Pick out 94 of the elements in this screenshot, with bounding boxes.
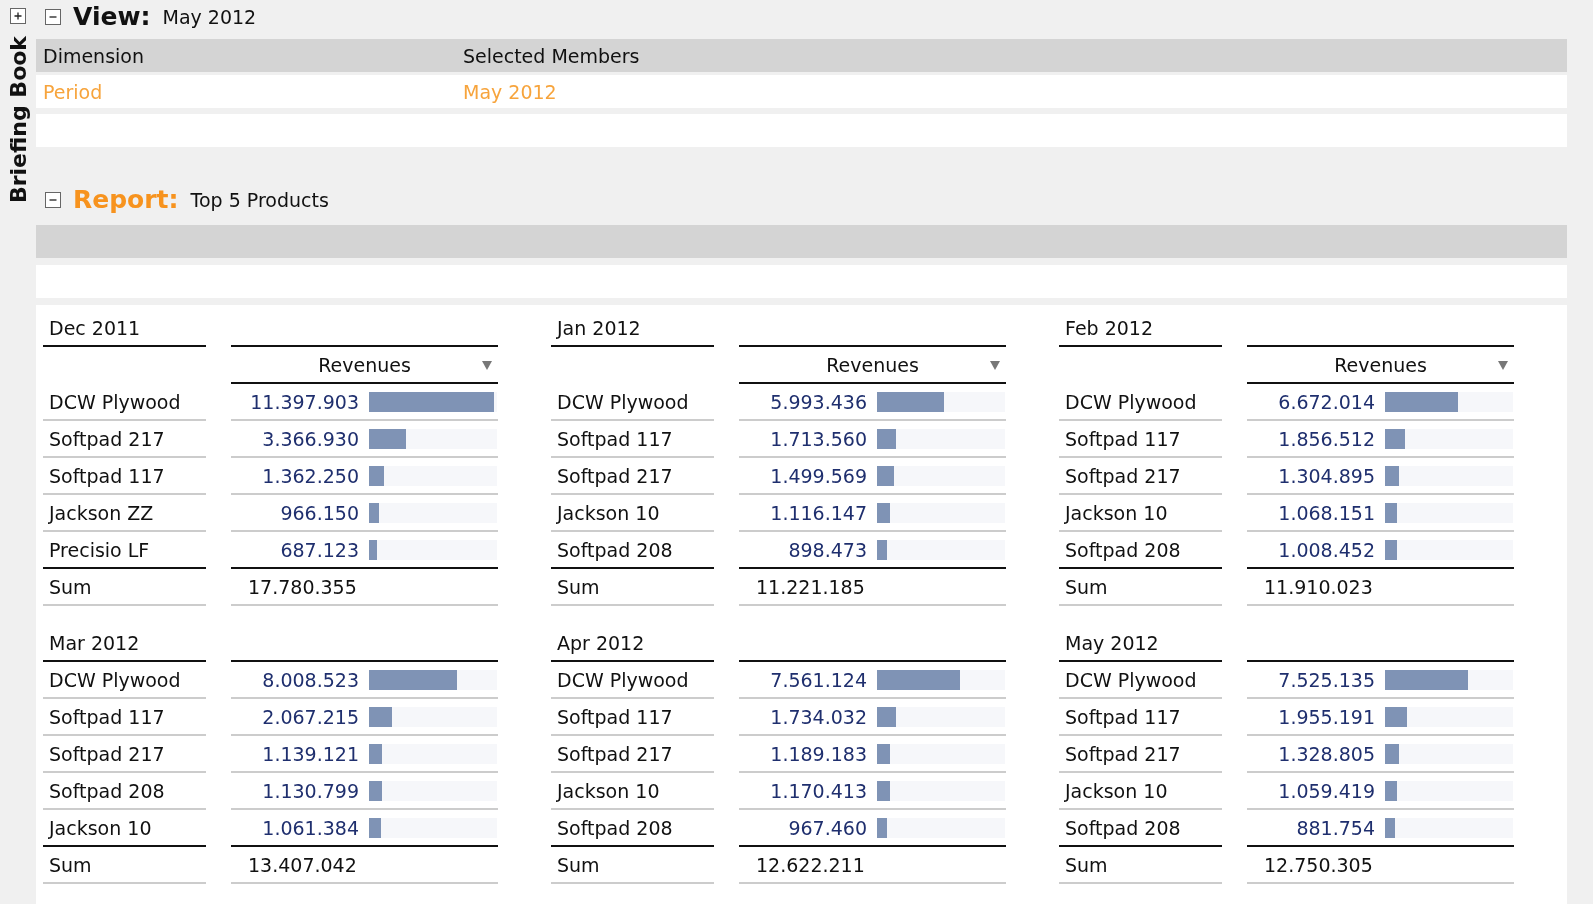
value-cell-text: 1.139.121 — [261, 742, 359, 765]
sum-label: Sum — [43, 847, 206, 884]
report-title: Top 5 Products — [190, 188, 329, 211]
value-cell-text: 1.008.452 — [1277, 538, 1375, 561]
sort-icon[interactable] — [1498, 361, 1508, 371]
value-cell-text: 1.061.384 — [261, 816, 359, 839]
value-cell-text: 6.672.014 — [1277, 390, 1375, 413]
sidebar-title: Briefing Book — [5, 36, 31, 204]
value-cell-text: 1.713.560 — [769, 427, 867, 450]
view-value: May 2012 — [162, 5, 257, 28]
product-cell: Jackson 10 — [1059, 495, 1222, 532]
value-cell-text: 1.068.151 — [1277, 501, 1375, 524]
value-cell-text: 881.754 — [1295, 816, 1375, 839]
value-cell-text: 898.473 — [787, 538, 867, 561]
sum-value: 17.780.355 — [247, 575, 357, 598]
column-header[interactable]: Revenues — [739, 347, 1006, 384]
product-cell: Softpad 117 — [1059, 699, 1222, 736]
value-cell-text: 1.304.895 — [1277, 464, 1375, 487]
sum-value: 11.910.023 — [1263, 575, 1373, 598]
collapse-icon[interactable] — [45, 191, 61, 208]
value-cell-text: 1.130.799 — [261, 779, 359, 802]
product-cell: Softpad 217 — [1059, 458, 1222, 495]
product-cell: DCW Plywood — [43, 384, 206, 421]
value-cell-text: 1.170.413 — [769, 779, 867, 802]
column-header: Dimension — [43, 44, 145, 67]
value-cell-text: 11.397.903 — [249, 390, 359, 413]
value-cell-text: 5.993.436 — [769, 390, 867, 413]
sum-label: Sum — [551, 847, 714, 884]
period-title: Apr 2012 — [551, 626, 714, 662]
product-cell: Jackson 10 — [1059, 773, 1222, 810]
sort-icon[interactable] — [990, 361, 1000, 371]
value-cell-text: 2.067.215 — [261, 705, 359, 728]
value-cell-text: 1.328.805 — [1277, 742, 1375, 765]
sum-label: Sum — [551, 569, 714, 606]
sum-label: Sum — [43, 569, 206, 606]
value-cell-text: 1.955.191 — [1277, 705, 1375, 728]
product-cell: DCW Plywood — [551, 662, 714, 699]
sum-label: Sum — [1059, 847, 1222, 884]
value-cell-text: 7.525.135 — [1277, 668, 1375, 691]
value-cell-text: 1.856.512 — [1277, 427, 1375, 450]
value-cell-text: 966.150 — [279, 501, 359, 524]
product-cell: Softpad 117 — [551, 421, 714, 458]
value-cell-text: 7.561.124 — [769, 668, 867, 691]
product-cell: Softpad 208 — [1059, 532, 1222, 569]
value-cell-text: 1.059.419 — [1277, 779, 1375, 802]
product-cell: Softpad 217 — [43, 421, 206, 458]
period-title: May 2012 — [1059, 626, 1222, 662]
value-cell-text: 687.123 — [279, 538, 359, 561]
column-header[interactable]: Revenues — [231, 347, 498, 384]
period-title: Jan 2012 — [551, 311, 714, 347]
view-label: View: — [73, 2, 151, 31]
period-title: Dec 2011 — [43, 311, 206, 347]
sum-value: 11.221.185 — [755, 575, 865, 598]
product-cell: Softpad 117 — [551, 699, 714, 736]
product-cell: Jackson 10 — [551, 495, 714, 532]
sort-icon[interactable] — [482, 361, 492, 371]
period-title: Mar 2012 — [43, 626, 206, 662]
product-cell: Softpad 217 — [551, 458, 714, 495]
value-cell-text: 8.008.523 — [261, 668, 359, 691]
value-cell-text: 967.460 — [787, 816, 867, 839]
product-cell: Softpad 117 — [43, 699, 206, 736]
product-cell: Softpad 208 — [43, 773, 206, 810]
product-cell: Jackson 10 — [43, 810, 206, 847]
sum-value: 13.407.042 — [247, 853, 357, 876]
value-cell-text: 3.366.930 — [261, 427, 359, 450]
period-title: Feb 2012 — [1059, 311, 1222, 347]
product-cell: Jackson ZZ — [43, 495, 206, 532]
value-cell-text: 1.499.569 — [769, 464, 867, 487]
product-cell: DCW Plywood — [551, 384, 714, 421]
expand-icon[interactable] — [10, 8, 26, 24]
column-header: Selected Members — [463, 44, 641, 67]
sum-label: Sum — [1059, 569, 1222, 606]
sum-value: 12.622.211 — [755, 853, 865, 876]
column-header[interactable]: Revenues — [1247, 347, 1514, 384]
product-cell: Softpad 208 — [551, 810, 714, 847]
product-cell: Softpad 208 — [1059, 810, 1222, 847]
sum-value: 12.750.305 — [1263, 853, 1373, 876]
product-cell: Softpad 117 — [1059, 421, 1222, 458]
value-cell-text: 1.189.183 — [769, 742, 867, 765]
value-cell-text: 1.362.250 — [261, 464, 359, 487]
report-label: Report: — [73, 185, 179, 214]
product-cell: Softpad 217 — [551, 736, 714, 773]
product-cell: Precisio LF — [43, 532, 206, 569]
product-cell: Softpad 217 — [1059, 736, 1222, 773]
product-cell: DCW Plywood — [43, 662, 206, 699]
product-cell: Softpad 217 — [43, 736, 206, 773]
value-cell-text: 1.734.032 — [769, 705, 867, 728]
product-cell: DCW Plywood — [1059, 384, 1222, 421]
product-cell: Softpad 208 — [551, 532, 714, 569]
product-cell: DCW Plywood — [1059, 662, 1222, 699]
product-cell: Softpad 117 — [43, 458, 206, 495]
product-cell: Jackson 10 — [551, 773, 714, 810]
collapse-icon[interactable] — [45, 8, 61, 25]
value-cell-text: 1.116.147 — [769, 501, 867, 524]
